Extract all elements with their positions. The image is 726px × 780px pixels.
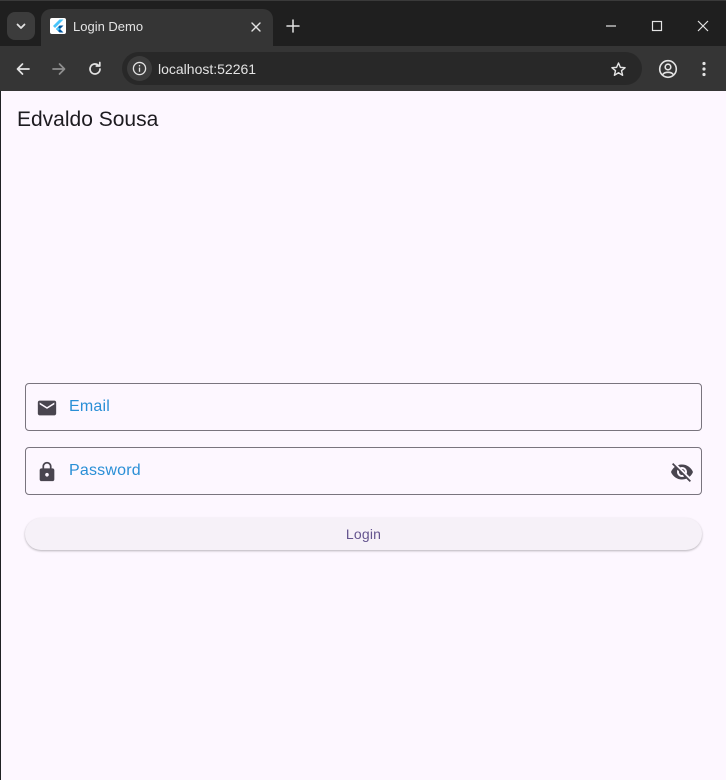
password-input[interactable] — [69, 448, 649, 494]
back-button[interactable] — [8, 54, 38, 84]
close-icon — [697, 20, 709, 32]
more-vert-icon — [702, 61, 706, 77]
tab-search-button[interactable] — [7, 12, 35, 40]
close-icon — [251, 22, 261, 32]
page-content: Edvaldo Sousa Email Password Login — [1, 91, 726, 780]
arrow-left-icon — [16, 63, 30, 75]
profile-button[interactable] — [653, 54, 683, 84]
arrow-right-icon — [52, 63, 66, 75]
password-label: Password — [69, 462, 141, 479]
password-field[interactable]: Password — [25, 447, 702, 495]
chevron-down-icon — [16, 23, 26, 29]
visibility-toggle-button[interactable] — [670, 460, 694, 484]
visibility-off-icon — [671, 463, 693, 482]
new-tab-button[interactable] — [283, 16, 303, 36]
forward-button[interactable] — [44, 54, 74, 84]
browser-tabstrip: Login Demo — [0, 0, 726, 47]
site-info-button[interactable] — [127, 56, 152, 81]
address-bar[interactable]: localhost:52261 — [122, 52, 642, 85]
minimize-button[interactable] — [588, 9, 634, 43]
bookmark-button[interactable] — [608, 59, 628, 79]
lock-icon — [35, 460, 59, 484]
reload-icon — [89, 61, 101, 75]
account-circle-icon — [658, 59, 678, 79]
url-text: localhost:52261 — [158, 61, 257, 77]
minimize-icon — [606, 25, 616, 27]
browser-menu-button[interactable] — [689, 54, 719, 84]
info-icon — [132, 61, 147, 76]
plus-icon — [286, 19, 300, 33]
tab-close-button[interactable] — [248, 19, 264, 35]
email-field[interactable]: Email — [25, 383, 702, 431]
login-button[interactable]: Login — [25, 518, 702, 550]
email-input[interactable] — [69, 384, 649, 430]
app-title: Edvaldo Sousa — [17, 108, 159, 131]
email-label: Email — [69, 398, 111, 415]
star-icon — [610, 61, 626, 76]
maximize-icon — [651, 20, 663, 32]
tab-title: Login Demo — [73, 19, 144, 34]
mail-icon — [35, 396, 59, 420]
browser-toolbar: localhost:52261 — [0, 46, 726, 91]
reload-button[interactable] — [80, 54, 110, 84]
maximize-button[interactable] — [634, 9, 680, 43]
window-close-button[interactable] — [680, 9, 726, 43]
flutter-icon — [50, 18, 66, 34]
browser-tab-active[interactable]: Login Demo — [41, 9, 273, 47]
